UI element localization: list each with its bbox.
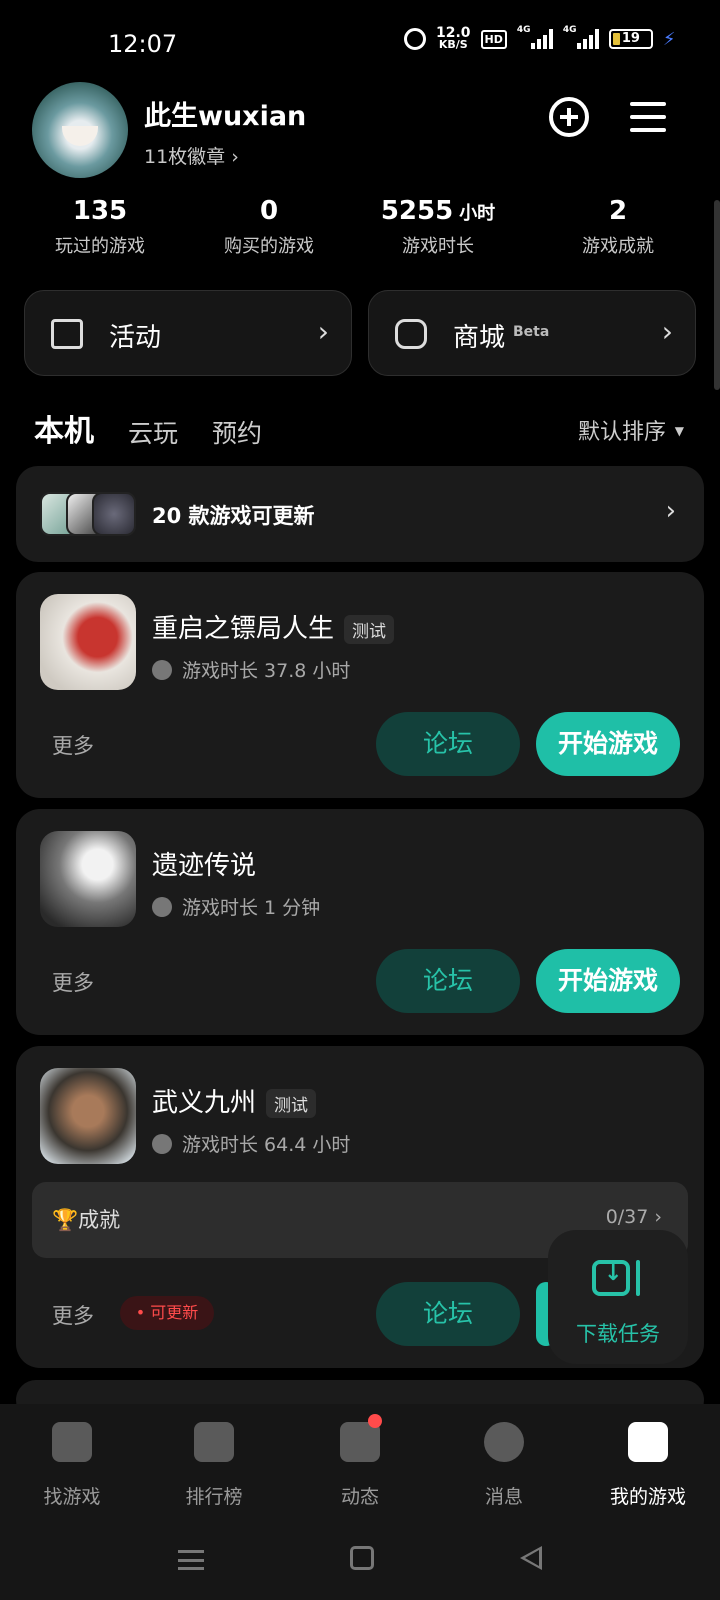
back-icon[interactable]	[520, 1546, 542, 1570]
ranking-icon	[194, 1422, 234, 1462]
timer-icon	[152, 660, 172, 680]
download-task-button[interactable]: 下载任务	[548, 1230, 688, 1364]
game-icon[interactable]	[40, 594, 136, 690]
nav-messages[interactable]: 消息	[432, 1422, 576, 1509]
game-card: 遗迹传说 游戏时长 1 分钟 更多 论坛 开始游戏	[16, 809, 704, 1035]
home-icon[interactable]	[350, 1546, 374, 1570]
stat-played[interactable]: 135 玩过的游戏	[20, 196, 180, 258]
system-nav-bar	[0, 1540, 720, 1600]
bottom-nav: 找游戏 排行榜 动态 消息 我的游戏	[0, 1404, 720, 1600]
stat-achievements[interactable]: 2 游戏成就	[538, 196, 698, 258]
notification-dot	[368, 1414, 382, 1428]
status-bar: 12:07 12.0 KB/S HD 4G 4G 19 ⚡	[0, 0, 720, 90]
nav-find-games[interactable]: 找游戏	[0, 1422, 144, 1509]
store-icon	[395, 319, 427, 349]
nav-ranking[interactable]: 排行榜	[142, 1422, 286, 1509]
tab-cloud[interactable]: 云玩	[128, 414, 178, 450]
download-icon	[592, 1260, 630, 1296]
stat-playtime[interactable]: 5255 小时 游戏时长	[358, 196, 518, 258]
activity-card[interactable]: 活动 ›	[24, 290, 352, 376]
more-button[interactable]: 更多	[52, 1300, 94, 1330]
timer-icon	[152, 1134, 172, 1154]
store-card[interactable]: 商城 Beta ›	[368, 290, 696, 376]
status-time: 12:07	[108, 30, 178, 58]
forum-button[interactable]: 论坛	[376, 1282, 520, 1346]
more-button[interactable]: 更多	[52, 730, 94, 760]
stat-purchased[interactable]: 0 购买的游戏	[189, 196, 349, 258]
game-card: 重启之镖局人生 测试 游戏时长 37.8 小时 更多 论坛 开始游戏	[16, 572, 704, 798]
tab-bar: 本机 云玩 预约	[32, 406, 262, 450]
charging-icon: ⚡	[662, 28, 676, 50]
net-speed: 12.0 KB/S	[436, 25, 471, 51]
game-icon-stack	[40, 492, 136, 536]
feed-icon	[340, 1414, 382, 1462]
avatar[interactable]	[32, 82, 128, 178]
caret-down-icon: ▼	[674, 424, 684, 438]
more-button[interactable]: 更多	[52, 967, 94, 997]
sort-dropdown[interactable]: 默认排序	[578, 414, 666, 446]
game-icon[interactable]	[40, 831, 136, 927]
badges-link[interactable]: 11枚徽章 ›	[144, 142, 239, 169]
timer-icon	[152, 897, 172, 917]
play-button[interactable]: 开始游戏	[536, 949, 680, 1013]
game-icon[interactable]	[40, 1068, 136, 1164]
update-badge: • 可更新	[120, 1296, 214, 1330]
menu-icon[interactable]	[630, 102, 666, 132]
chevron-right-icon: ›	[317, 315, 329, 348]
chevron-right-icon: ›	[661, 315, 673, 348]
find-games-icon	[52, 1422, 92, 1462]
scrollbar[interactable]	[714, 200, 720, 390]
gamepad-icon	[628, 1422, 668, 1462]
tab-reserve[interactable]: 预约	[212, 414, 262, 450]
update-banner[interactable]: 20 款游戏可更新 ›	[16, 466, 704, 562]
signal-icon-2: 4G	[563, 25, 599, 49]
hd-icon: HD	[480, 29, 507, 49]
username: 此生wuxian	[144, 101, 307, 132]
gift-icon	[51, 319, 83, 349]
battery-icon: 19	[608, 29, 653, 49]
forum-button[interactable]: 论坛	[376, 949, 520, 1013]
forum-button[interactable]: 论坛	[376, 712, 520, 776]
nav-my-games[interactable]: 我的游戏	[576, 1422, 720, 1509]
nav-feed[interactable]: 动态	[288, 1414, 432, 1509]
signal-icon: 4G	[517, 25, 553, 49]
status-icons: 12.0 KB/S HD 4G 4G 19 ⚡	[404, 25, 676, 51]
tab-local[interactable]: 本机	[32, 406, 96, 450]
chevron-right-icon: ›	[665, 496, 676, 526]
add-button[interactable]	[549, 97, 589, 137]
chat-icon	[484, 1422, 524, 1462]
play-button[interactable]: 开始游戏	[536, 712, 680, 776]
alarm-icon	[404, 28, 426, 50]
recent-apps-icon[interactable]	[178, 1550, 204, 1570]
